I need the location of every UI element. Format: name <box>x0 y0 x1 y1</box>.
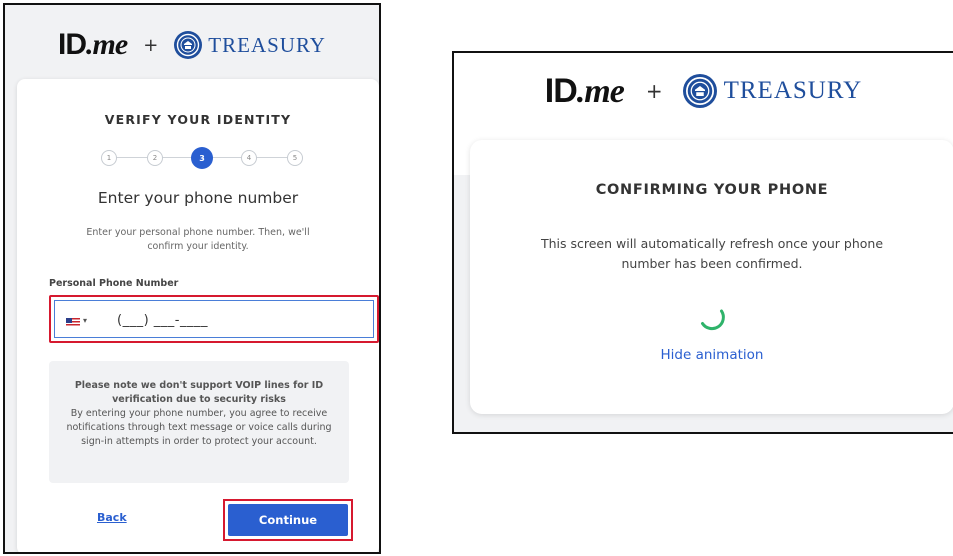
step-3-active: 3 <box>191 147 213 169</box>
phone-number-mask[interactable]: (___) ___-____ <box>117 313 208 328</box>
treasury-seal-icon <box>174 31 203 59</box>
voip-warning-text: Please note we don't support VOIP lines … <box>74 380 324 405</box>
phone-field-label: Personal Phone Number <box>49 278 179 289</box>
confirming-phone-panel: ID.me + TREASURY CONFIRMING YOUR PHONE T… <box>452 51 953 434</box>
idme-logo: ID.me <box>58 28 128 61</box>
idme-logo: ID.me <box>544 71 625 110</box>
phone-input-highlight: ▾ (___) ___-____ <box>49 295 379 343</box>
step-2: 2 <box>147 150 163 166</box>
loading-spinner-icon <box>701 309 725 331</box>
country-dropdown-icon[interactable]: ▾ <box>83 316 87 325</box>
refresh-description: This screen will automatically refresh o… <box>540 236 884 271</box>
brand-header: ID.me + TREASURY <box>5 27 379 63</box>
back-link[interactable]: Back <box>97 511 127 524</box>
plus-sign: + <box>645 79 663 103</box>
step-1: 1 <box>101 150 117 166</box>
treasury-logo: TREASURY <box>682 74 863 108</box>
step-4: 4 <box>241 150 257 166</box>
phone-input[interactable]: ▾ (___) ___-____ <box>54 300 374 338</box>
enter-phone-heading: Enter your phone number <box>97 189 299 207</box>
continue-highlight: Continue <box>223 499 353 541</box>
confirming-title: CONFIRMING YOUR PHONE <box>595 182 829 198</box>
confirming-card: CONFIRMING YOUR PHONE This screen will a… <box>470 140 953 414</box>
voip-notice: Please note we don't support VOIP lines … <box>49 361 349 483</box>
verify-card: VERIFY YOUR IDENTITY 1 2 3 4 5 Enter you… <box>17 79 379 552</box>
verify-phone-panel: ID.me + TREASURY VERIFY YOUR IDENTITY 1 … <box>3 3 381 554</box>
step-5: 5 <box>287 150 303 166</box>
brand-header: ID.me + TREASURY <box>454 71 953 111</box>
consent-text: By entering your phone number, you agree… <box>66 408 332 447</box>
plus-sign: + <box>143 34 159 56</box>
step-progress: 1 2 3 4 5 <box>101 147 311 169</box>
continue-button[interactable]: Continue <box>228 504 348 536</box>
hide-animation-link[interactable]: Hide animation <box>470 347 953 363</box>
us-flag-icon[interactable] <box>66 318 80 327</box>
treasury-seal-icon <box>682 74 717 108</box>
phone-description: Enter your personal phone number. Then, … <box>86 227 310 252</box>
treasury-logo: TREASURY <box>174 31 326 59</box>
verify-identity-title: VERIFY YOUR IDENTITY <box>104 112 292 127</box>
